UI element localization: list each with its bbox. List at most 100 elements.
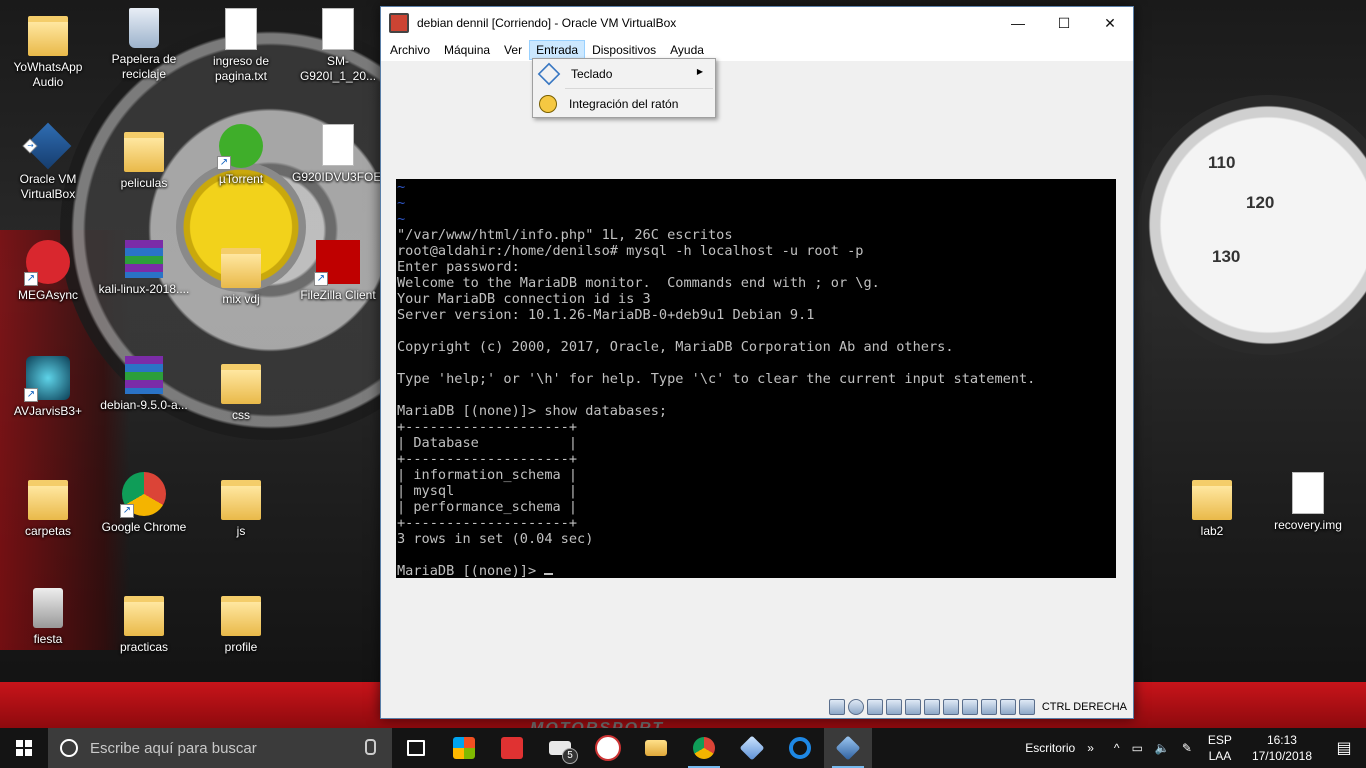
- virtualization-icon[interactable]: [980, 699, 997, 715]
- desktop-icon-utorrent[interactable]: µTorrent: [195, 124, 287, 187]
- winrar-archive-icon: [125, 240, 163, 278]
- menu-entrada[interactable]: Entrada: [529, 40, 586, 60]
- desktop-icon-label: Oracle VM VirtualBox: [19, 172, 77, 201]
- desktop-icon-label: css: [232, 408, 250, 422]
- microphone-icon[interactable]: [365, 739, 376, 755]
- desktop-icon-sm-g920i[interactable]: SM-G920I_1_20...: [292, 8, 384, 84]
- system-clock[interactable]: 16:13 17/10/2018: [1252, 732, 1312, 764]
- desktop-icon-ingreso-txt[interactable]: ingreso de pagina.txt: [195, 8, 287, 84]
- usb-icon[interactable]: [904, 699, 921, 715]
- virtualbox-icon: [835, 735, 861, 761]
- desktop-icon-css[interactable]: css: [195, 356, 287, 423]
- taskbar-search[interactable]: Escribe aquí para buscar: [48, 728, 392, 768]
- title-bar[interactable]: debian dennil [Corriendo] - Oracle VM Vi…: [381, 7, 1133, 39]
- desktop-icon-practicas[interactable]: practicas: [98, 588, 190, 655]
- keyboard-layout: LAA: [1208, 749, 1232, 763]
- desktop-toolbar-label[interactable]: Escritorio: [1025, 741, 1075, 755]
- menu-ayuda[interactable]: Ayuda: [663, 40, 711, 60]
- display-icon[interactable]: [942, 699, 959, 715]
- menu-ver[interactable]: Ver: [497, 40, 529, 60]
- taskbar-3d-app[interactable]: [728, 728, 776, 768]
- store-icon: [453, 737, 475, 759]
- terminal-line: Enter password:: [397, 259, 520, 275]
- mail-badge: 5: [562, 748, 578, 764]
- desktop-icon-label: peliculas: [120, 176, 168, 190]
- folder-icon: [124, 596, 164, 636]
- maximize-button[interactable]: ☐: [1041, 7, 1087, 39]
- desktop-icon-fiesta[interactable]: fiesta: [2, 588, 94, 647]
- terminal-line: ~: [397, 211, 406, 227]
- desktop-icon-virtualbox[interactable]: Oracle VM VirtualBox: [2, 122, 94, 202]
- terminal-line: | performance_schema |: [397, 499, 578, 515]
- clock-date: 17/10/2018: [1251, 749, 1312, 763]
- close-button[interactable]: ✕: [1087, 7, 1133, 39]
- taskbar-edge[interactable]: [776, 728, 824, 768]
- file-icon: [322, 8, 354, 50]
- desktop-icon-recycle-bin[interactable]: Papelera de reciclaje: [98, 8, 190, 82]
- menu-item-teclado[interactable]: Teclado ▶: [533, 59, 715, 88]
- taskbar-paint-app[interactable]: [584, 728, 632, 768]
- gauge-label-110: 110: [1208, 153, 1236, 172]
- show-hidden-icons-chevron[interactable]: ^: [1114, 741, 1120, 755]
- desktop-icon-label: ingreso de pagina.txt: [212, 54, 270, 83]
- shared-folders-icon[interactable]: [923, 699, 940, 715]
- terminal-line: | Database |: [397, 435, 578, 451]
- desktop-icon-kali[interactable]: kali-linux-2018....: [98, 240, 190, 297]
- desktop-icon-label: recovery.img: [1274, 518, 1342, 532]
- hard-disk-icon[interactable]: [828, 699, 845, 715]
- audio-icon[interactable]: [866, 699, 883, 715]
- menu-archivo[interactable]: Archivo: [383, 40, 437, 60]
- gauge-label-130: 130: [1212, 247, 1241, 266]
- file-explorer-icon: [645, 740, 667, 756]
- desktop-icon-avjarvis[interactable]: AVJarvisB3+: [2, 356, 94, 419]
- action-center-icon[interactable]: ▤: [1322, 728, 1366, 768]
- desktop-icon-recovery-img[interactable]: recovery.img: [1262, 472, 1354, 533]
- minimize-button[interactable]: —: [995, 7, 1041, 39]
- speaker-icon: [33, 588, 63, 628]
- desktop-icon-debian-iso[interactable]: debian-9.5.0-a...: [98, 356, 190, 413]
- toolbar-chevron-icon[interactable]: »: [1087, 741, 1094, 755]
- taskbar-chrome[interactable]: [680, 728, 728, 768]
- pen-icon[interactable]: ✎: [1182, 741, 1192, 755]
- terminal-line: | information_schema |: [397, 467, 578, 483]
- menu-maquina[interactable]: Máquina: [437, 40, 497, 60]
- task-view-button[interactable]: [392, 728, 440, 768]
- terminal-line: Welcome to the MariaDB monitor. Commands…: [397, 275, 880, 291]
- desktop-icon-megasync[interactable]: MEGAsync: [2, 240, 94, 303]
- power-icon[interactable]: ▭: [1132, 741, 1143, 755]
- desktop-icon-js[interactable]: js: [195, 472, 287, 539]
- desktop-icon-lab2[interactable]: lab2: [1166, 472, 1258, 539]
- optical-drive-icon[interactable]: [847, 699, 864, 715]
- desktop-icon-yowhatsapp[interactable]: YoWhatsApp Audio: [2, 8, 94, 90]
- keyboard-capture-icon[interactable]: [1018, 699, 1035, 715]
- menu-item-integracion-raton[interactable]: Integración del ratón: [533, 89, 715, 118]
- taskbar-virtualbox[interactable]: [824, 728, 872, 768]
- terminal-line: | mysql |: [397, 483, 578, 499]
- volume-icon[interactable]: 🔈: [1155, 741, 1170, 755]
- network-icon[interactable]: [885, 699, 902, 715]
- terminal-line: ~: [397, 179, 406, 195]
- taskbar-file-explorer[interactable]: [632, 728, 680, 768]
- desktop-icon-mix-vdj[interactable]: mix vdj: [195, 240, 287, 307]
- desktop-icon-carpetas[interactable]: carpetas: [2, 472, 94, 539]
- mega-icon: [24, 240, 70, 286]
- desktop-icon-g920idvu3foe[interactable]: G920IDVU3FOE...: [292, 124, 391, 185]
- taskbar-store[interactable]: [440, 728, 488, 768]
- language-indicator[interactable]: ESP LAA: [1208, 732, 1232, 764]
- windows-logo-icon: [16, 740, 32, 756]
- menu-item-label: Teclado: [571, 66, 613, 81]
- recycle-bin-icon: [129, 8, 159, 48]
- video-capture-icon[interactable]: [961, 699, 978, 715]
- vm-display[interactable]: ~ ~ ~ "/var/www/html/info.php" 1L, 26C e…: [396, 179, 1116, 578]
- desktop-icon-label: carpetas: [24, 524, 72, 538]
- desktop-icon-profile[interactable]: profile: [195, 588, 287, 655]
- taskbar-gift-app[interactable]: [488, 728, 536, 768]
- desktop-icon-label: fiesta: [33, 632, 63, 646]
- desktop-icon-filezilla[interactable]: FileZilla Client: [292, 240, 384, 303]
- mouse-integration-icon[interactable]: [999, 699, 1016, 715]
- taskbar-mail[interactable]: 5: [536, 728, 584, 768]
- menu-dispositivos[interactable]: Dispositivos: [585, 40, 663, 60]
- desktop-icon-peliculas[interactable]: peliculas: [98, 124, 190, 191]
- desktop-icon-google-chrome[interactable]: Google Chrome: [98, 472, 190, 535]
- start-button[interactable]: [0, 728, 48, 768]
